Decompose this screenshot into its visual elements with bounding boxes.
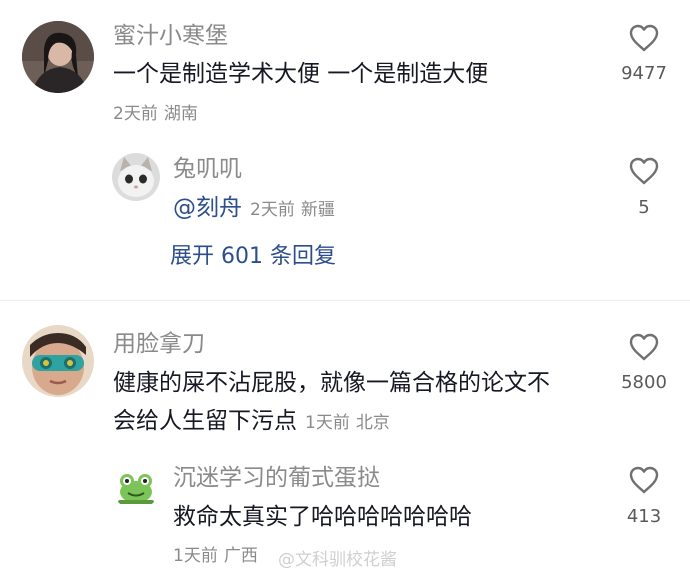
comment-text-line2-text: 会给人生留下污点 <box>113 408 297 434</box>
like-count: 413 <box>626 506 662 527</box>
comment-location: 广西 <box>223 546 258 566</box>
divider <box>0 300 690 301</box>
expand-replies-button[interactable]: 展开 601 条回复 <box>170 246 336 268</box>
comment-meta: 1天前 广西 <box>173 548 258 565</box>
comment-meta: 2天前 新疆 <box>250 200 335 220</box>
comment-meta: 1天前 北京 <box>305 413 390 433</box>
heart-icon[interactable] <box>628 23 660 53</box>
avatar[interactable] <box>112 462 160 510</box>
comment-text-line1: 健康的屎不沾屁股，就像一篇合格的论文不 <box>113 370 550 396</box>
heart-icon[interactable] <box>628 332 660 362</box>
comment-time: 2天前 <box>113 104 158 124</box>
username[interactable]: 蜜汁小寒堡 <box>113 25 228 48</box>
comment-meta: 2天前 湖南 <box>113 106 198 123</box>
avatar[interactable] <box>22 21 94 93</box>
comment-text: @刻舟 2天前 新疆 <box>173 197 335 220</box>
comment-time: 1天前 <box>173 546 218 566</box>
like-count: 9477 <box>621 63 667 84</box>
heart-icon[interactable] <box>628 156 660 186</box>
avatar[interactable] <box>22 325 94 397</box>
like-count: 5800 <box>621 372 667 393</box>
comment-time: 2天前 <box>250 200 295 220</box>
username[interactable]: 兔叽叽 <box>173 158 242 181</box>
heart-icon[interactable] <box>628 465 660 495</box>
avatar[interactable] <box>112 153 160 201</box>
like-count: 5 <box>638 197 650 218</box>
comment-location: 北京 <box>355 413 390 433</box>
comment-text: 一个是制造学术大便 一个是制造大便 <box>113 61 489 87</box>
comment-text-line2: 会给人生留下污点 1天前 北京 <box>113 410 390 433</box>
comment-location: 湖南 <box>163 104 198 124</box>
comment-feed: 蜜汁小寒堡 一个是制造学术大便 一个是制造大便 2天前 湖南 9477 兔叽叽 @… <box>0 0 690 581</box>
comment-text: 救命太真实了哈哈哈哈哈哈哈 <box>173 504 472 530</box>
comment-time: 1天前 <box>305 413 350 433</box>
comment-location: 新疆 <box>300 200 335 220</box>
mention-link[interactable]: @刻舟 <box>173 195 242 221</box>
username[interactable]: 沉迷学习的葡式蛋挞 <box>173 467 380 490</box>
watermark: @文科驯校花酱 <box>278 550 397 570</box>
username[interactable]: 用脸拿刀 <box>113 333 205 356</box>
